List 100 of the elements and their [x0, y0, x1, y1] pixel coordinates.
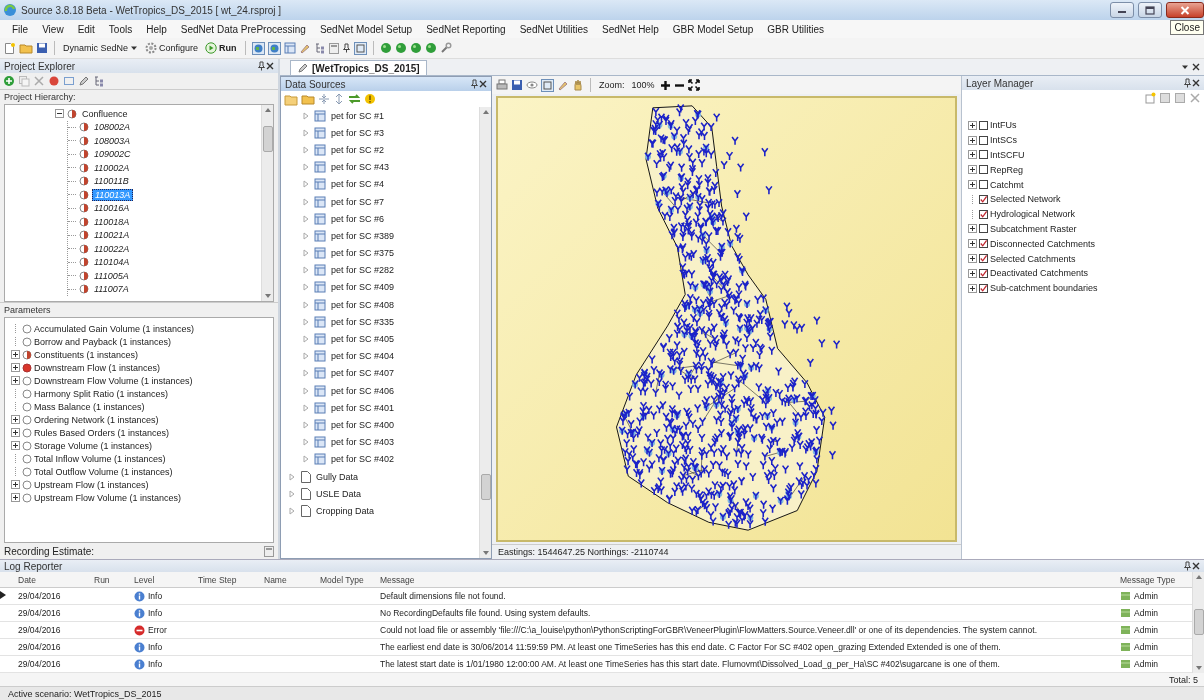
collapse-icon[interactable] — [318, 93, 330, 105]
parameter-item[interactable]: Accumulated Gain Volume (1 instances) — [34, 323, 195, 334]
tree-item[interactable]: 109002C — [92, 149, 133, 160]
print-icon[interactable] — [496, 79, 508, 91]
parameter-item[interactable]: Upstream Flow (1 instances) — [34, 479, 149, 490]
parameter-item[interactable]: Total Outflow Volume (1 instances) — [34, 466, 173, 477]
parameter-item[interactable]: Constituents (1 instances) — [34, 349, 139, 360]
tree-item[interactable]: 110104A — [92, 257, 132, 268]
expander-icon[interactable] — [968, 120, 977, 130]
eye-icon[interactable] — [526, 79, 538, 91]
tree-item[interactable]: 111007A — [92, 284, 131, 295]
tree-item[interactable]: 110022A — [92, 243, 132, 254]
checkbox[interactable] — [979, 239, 988, 249]
data-source-item[interactable]: pet for SC #401 — [331, 402, 395, 413]
tree-item[interactable]: 110011B — [92, 176, 131, 187]
scrollbar[interactable] — [1192, 572, 1204, 673]
data-source-item[interactable]: Cropping Data — [316, 505, 375, 516]
tree-icon[interactable] — [93, 75, 105, 87]
data-source-item[interactable]: pet for SC #405 — [331, 334, 395, 345]
data-source-item[interactable]: pet for SC #407 — [331, 368, 395, 379]
column-header[interactable]: Model Type — [316, 574, 376, 585]
data-source-item[interactable]: pet for SC #400 — [331, 419, 395, 430]
checkbox[interactable] — [979, 135, 988, 145]
save-icon[interactable] — [36, 42, 48, 54]
close-button[interactable] — [1166, 2, 1204, 18]
menu-item[interactable]: File — [12, 23, 29, 35]
layer-item[interactable]: Sub-catchment boundaries — [990, 283, 1098, 294]
zoom-in-icon[interactable] — [659, 79, 671, 91]
data-source-item[interactable]: pet for SC #4 — [331, 179, 385, 190]
data-source-item[interactable]: USLE Data — [316, 488, 362, 499]
tree-item[interactable]: Confluence — [80, 108, 130, 119]
pencil-icon[interactable] — [78, 75, 90, 87]
column-header[interactable]: Message — [376, 574, 1116, 585]
data-source-item[interactable]: pet for SC #335 — [331, 316, 395, 327]
tree-item[interactable]: 110016A — [92, 203, 132, 214]
tree-item[interactable]: 110018A — [92, 216, 132, 227]
checkbox[interactable] — [979, 180, 988, 190]
tree-item[interactable]: 110021A — [92, 230, 132, 241]
expander-icon[interactable] — [968, 165, 977, 175]
data-source-item[interactable]: pet for SC #282 — [331, 265, 395, 276]
layer-icon[interactable] — [1159, 92, 1171, 104]
parameter-item[interactable]: Storage Volume (1 instances) — [34, 440, 153, 451]
column-header[interactable]: Message Type — [1116, 574, 1192, 585]
column-header[interactable]: Time Step — [194, 574, 260, 585]
calculator-icon[interactable] — [264, 545, 274, 557]
pin-icon[interactable] — [1183, 561, 1192, 571]
folder-icon[interactable] — [301, 93, 315, 105]
expander-icon[interactable] — [968, 254, 977, 264]
menu-item[interactable]: SedNet Reporting — [426, 23, 506, 35]
brush-icon[interactable] — [298, 42, 311, 54]
layer-item[interactable]: IntSCs — [990, 135, 1017, 146]
delete-icon[interactable] — [1189, 92, 1201, 104]
checkbox[interactable] — [979, 254, 988, 264]
data-source-item[interactable]: Gully Data — [316, 471, 359, 482]
menu-item[interactable]: GBR Model Setup — [672, 23, 754, 35]
parameter-item[interactable]: Upstream Flow Volume (1 instances) — [34, 492, 182, 503]
layer-item[interactable]: Disconnected Catchments — [990, 238, 1096, 249]
new-file-icon[interactable] — [3, 41, 16, 55]
expander-icon[interactable] — [11, 493, 20, 502]
column-header[interactable]: Run — [90, 574, 130, 585]
expand-icon[interactable] — [333, 93, 345, 105]
expander-icon[interactable] — [968, 268, 977, 278]
expander-icon[interactable] — [11, 415, 20, 424]
expander-icon[interactable] — [968, 283, 977, 293]
data-source-item[interactable]: pet for SC #389 — [331, 230, 395, 241]
hand-icon[interactable] — [572, 79, 584, 91]
expander-icon[interactable] — [11, 363, 20, 372]
layer-icon[interactable] — [1174, 92, 1186, 104]
maximize-button[interactable] — [1138, 2, 1162, 18]
swap-icon[interactable] — [348, 93, 361, 105]
data-source-item[interactable]: pet for SC #409 — [331, 282, 395, 293]
expander-icon[interactable] — [968, 180, 977, 190]
data-source-item[interactable]: pet for SC #408 — [331, 299, 395, 310]
wrench-icon[interactable] — [439, 42, 452, 54]
parameter-item[interactable]: Total Inflow Volume (1 instances) — [34, 453, 166, 464]
close-icon[interactable] — [1192, 79, 1200, 87]
parameter-item[interactable]: Mass Balance (1 instances) — [34, 401, 145, 412]
minimize-button[interactable] — [1110, 2, 1134, 18]
close-icon[interactable] — [266, 62, 274, 70]
brush-icon[interactable] — [557, 79, 569, 91]
checkbox[interactable] — [979, 194, 988, 204]
expander-icon[interactable] — [11, 376, 20, 385]
map-canvas[interactable] — [496, 96, 957, 542]
layer-item[interactable]: Selected Catchments — [990, 253, 1076, 264]
menu-item[interactable]: SedNet Help — [602, 23, 659, 35]
run-button[interactable]: Run — [203, 41, 239, 55]
expander-icon[interactable] — [11, 480, 20, 489]
data-source-item[interactable]: pet for SC #3 — [331, 127, 385, 138]
expander-icon[interactable] — [968, 224, 977, 234]
pin-icon[interactable] — [257, 61, 266, 71]
tree-icon[interactable] — [313, 42, 326, 54]
parameter-item[interactable]: Downstream Flow Volume (1 instances) — [34, 375, 193, 386]
column-header[interactable]: Level — [130, 574, 194, 585]
save-icon[interactable] — [511, 79, 523, 91]
layer-item[interactable]: Catchmt — [990, 179, 1024, 190]
data-source-item[interactable]: pet for SC #404 — [331, 351, 395, 362]
pin-icon[interactable] — [1183, 78, 1192, 88]
checkbox[interactable] — [979, 120, 988, 130]
parameter-item[interactable]: Downstream Flow (1 instances) — [34, 362, 161, 373]
layers-icon[interactable] — [541, 78, 554, 92]
